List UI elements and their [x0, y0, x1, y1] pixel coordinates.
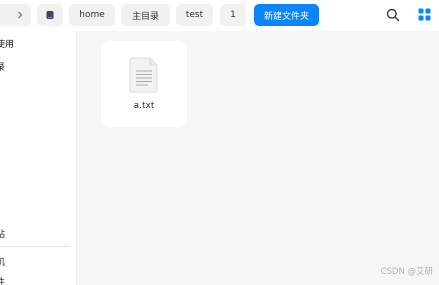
sidebar-divider — [0, 246, 70, 247]
sidebar-item-trash[interactable]: 站 — [0, 227, 5, 240]
file-manager-window: home 主目录 test 1 新建文件夹 使用 录 站 机 件 a.txt C… — [0, 0, 439, 285]
breadcrumb-label: home — [79, 10, 105, 20]
breadcrumb-test[interactable]: test — [176, 4, 213, 26]
sidebar-item-label: 录 — [0, 63, 6, 73]
file-view: a.txt CSDN @艾研 — [77, 31, 439, 285]
chevron-right-icon — [18, 11, 23, 19]
grid-view-icon[interactable] — [418, 8, 431, 21]
breadcrumb-main-directory[interactable]: 主目录 — [121, 4, 170, 26]
sidebar-item-label: 站 — [0, 230, 6, 240]
sidebar-item-computer[interactable]: 机 — [0, 255, 5, 268]
new-folder-label: 新建文件夹 — [263, 11, 309, 22]
file-item[interactable]: a.txt — [101, 41, 187, 127]
sidebar: 使用 录 站 机 件 — [0, 31, 77, 285]
disk-icon — [46, 11, 54, 19]
file-name: a.txt — [133, 101, 155, 111]
sidebar-item-recent[interactable]: 使用 — [0, 37, 14, 50]
search-icon[interactable] — [385, 7, 401, 23]
breadcrumb-home[interactable]: home — [69, 4, 115, 26]
text-file-icon — [129, 57, 158, 93]
new-folder-button[interactable]: 新建文件夹 — [254, 4, 319, 26]
toolbar: home 主目录 test 1 新建文件夹 — [0, 0, 439, 31]
disk-button[interactable] — [37, 4, 63, 26]
sidebar-item-label: 使用 — [0, 40, 15, 50]
sidebar-item-disk[interactable]: 件 — [0, 275, 5, 285]
breadcrumb-1[interactable]: 1 — [220, 4, 246, 26]
watermark: CSDN @艾研 — [380, 267, 433, 277]
forward-button[interactable] — [9, 4, 31, 26]
breadcrumb-label: 主目录 — [131, 11, 159, 22]
sidebar-item-label: 件 — [0, 278, 6, 285]
sidebar-item-label: 机 — [0, 258, 6, 268]
breadcrumb-label: 1 — [230, 10, 236, 20]
breadcrumb-label: test — [185, 10, 204, 20]
sidebar-item-directory[interactable]: 录 — [0, 60, 5, 73]
